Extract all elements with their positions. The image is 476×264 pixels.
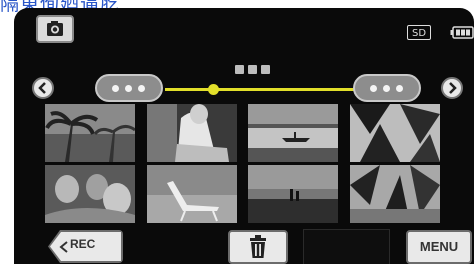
- pill-dot: [396, 85, 403, 92]
- mode-button[interactable]: [36, 15, 74, 43]
- pill-dot: [138, 85, 145, 92]
- camera-icon: [47, 21, 63, 36]
- empty-button-slot: [303, 229, 390, 264]
- page-indicator-dot: [261, 65, 270, 74]
- video-thumbnail[interactable]: [350, 165, 440, 223]
- menu-button[interactable]: MENU: [406, 230, 472, 264]
- skip-back-pill-button[interactable]: [95, 74, 163, 102]
- page-indicator-dot: [248, 65, 257, 74]
- page-indicator-dot: [235, 65, 244, 74]
- delete-button[interactable]: [228, 230, 288, 264]
- video-thumbnail[interactable]: [45, 165, 135, 223]
- scroll-slider-track[interactable]: [165, 88, 357, 91]
- battery-icon: [450, 26, 474, 39]
- sd-card-icon: SD: [407, 25, 431, 40]
- previous-page-button[interactable]: [32, 77, 54, 99]
- skip-forward-pill-button[interactable]: [353, 74, 421, 102]
- video-thumbnail[interactable]: [350, 104, 440, 162]
- next-page-button[interactable]: [441, 77, 463, 99]
- trash-icon: [250, 235, 266, 258]
- pill-dot: [383, 85, 390, 92]
- scroll-slider-knob[interactable]: [208, 84, 219, 95]
- rec-button[interactable]: REC: [48, 230, 123, 263]
- rec-label: REC: [70, 237, 96, 251]
- pill-dot: [125, 85, 132, 92]
- camera-playback-screen: SD REC MENU: [14, 8, 474, 264]
- video-thumbnail[interactable]: [45, 104, 135, 162]
- video-thumbnail[interactable]: [248, 104, 338, 162]
- video-thumbnail[interactable]: [147, 165, 237, 223]
- chevron-right-icon: [449, 82, 457, 94]
- video-thumbnail[interactable]: [147, 104, 237, 162]
- pill-dot: [370, 85, 377, 92]
- chevron-left-icon: [38, 82, 46, 94]
- pill-dot: [112, 85, 119, 92]
- video-thumbnail[interactable]: [248, 165, 338, 223]
- back-arrow-icon: [59, 241, 68, 253]
